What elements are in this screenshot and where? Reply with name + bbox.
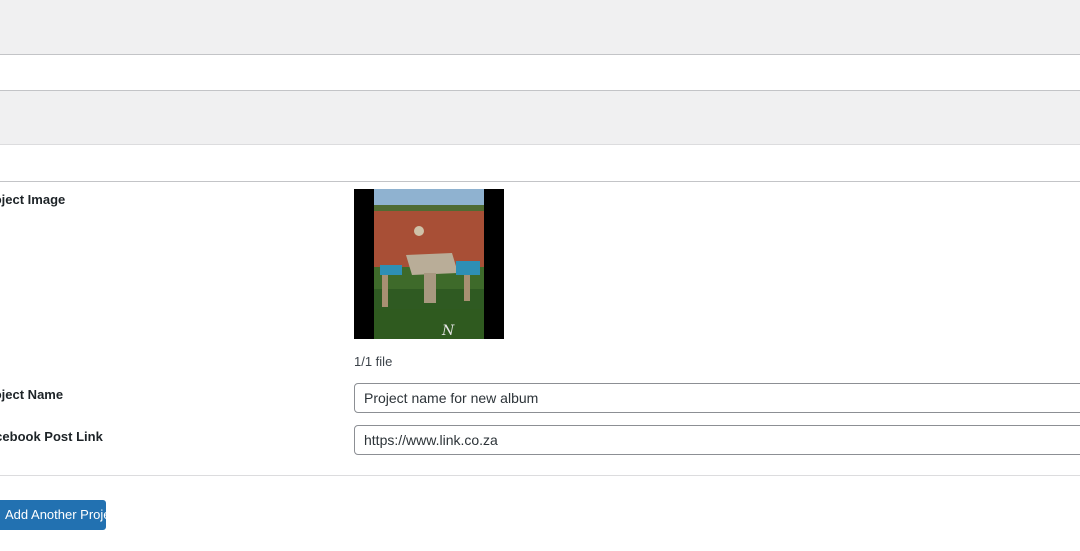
table-row-gray	[0, 91, 1080, 145]
patio-photo-image: N	[354, 189, 504, 339]
project-image-label: Project Image	[0, 192, 66, 207]
project-name-input[interactable]	[354, 383, 1080, 413]
table-row-empty-2	[0, 145, 1080, 182]
divider	[0, 475, 1080, 476]
facebook-link-input[interactable]	[354, 425, 1080, 455]
file-count-text: 1/1 file	[354, 354, 393, 369]
table-row-empty	[0, 55, 1080, 91]
project-name-label: Project Name	[0, 387, 64, 402]
add-another-project-button[interactable]: Add Another Project	[0, 500, 121, 530]
facebook-link-label: Facebook Post Link	[0, 429, 103, 444]
svg-text:N: N	[441, 323, 455, 339]
table-row-header	[0, 0, 1080, 55]
project-image-thumbnail[interactable]: N	[354, 189, 504, 339]
